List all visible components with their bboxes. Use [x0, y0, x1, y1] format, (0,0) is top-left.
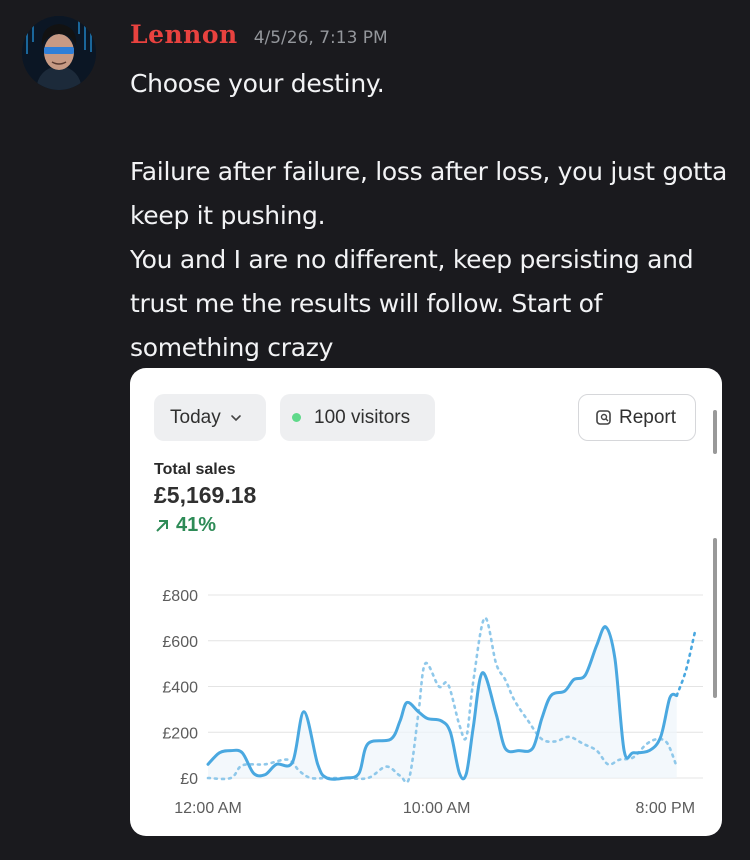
sales-change: 41% — [154, 514, 216, 537]
report-label: Report — [619, 406, 677, 428]
y-tick-label: £400 — [162, 680, 198, 697]
total-sales-value: £5,169.18 — [154, 482, 257, 508]
live-dot-icon — [292, 413, 301, 422]
attachment-image[interactable]: Today 100 visitors Report Total sales £5… — [130, 368, 722, 836]
period-label: Today — [170, 406, 221, 428]
arrow-up-right-icon — [156, 519, 168, 532]
visitors-pill[interactable]: 100 visitors — [280, 394, 435, 441]
avatar-icon — [22, 16, 96, 90]
avatar[interactable] — [22, 16, 96, 90]
sales-change-value: 41% — [176, 514, 217, 536]
message-header: Lennon 4/5/26, 7:13 PM — [130, 20, 388, 54]
y-tick-label: £600 — [162, 634, 198, 651]
chevron-down-icon — [230, 414, 241, 421]
series-area — [208, 626, 677, 780]
report-button[interactable]: Report — [578, 394, 696, 441]
report-icon — [596, 409, 611, 425]
username[interactable]: Lennon — [130, 20, 238, 49]
sales-chart: £800 £600 £400 £200 £0 12:00 AM 10:00 AM 8:00 P… — [162, 588, 703, 817]
y-tick-label: £800 — [162, 588, 198, 605]
y-tick-label: £0 — [180, 771, 198, 788]
period-dropdown[interactable]: Today — [154, 394, 266, 441]
x-tick-label: 10:00 AM — [403, 800, 471, 817]
x-tick-label: 12:00 AM — [174, 800, 242, 817]
scrollbar-top[interactable] — [713, 410, 717, 454]
y-tick-label: £200 — [162, 725, 198, 742]
message-text: Choose your destiny. Failure after failu… — [130, 69, 727, 362]
x-tick-label: 8:00 PM — [635, 800, 695, 817]
total-sales-label: Total sales — [154, 461, 236, 478]
timestamp[interactable]: 4/5/26, 7:13 PM — [254, 28, 388, 48]
visitors-label: 100 visitors — [314, 406, 411, 428]
